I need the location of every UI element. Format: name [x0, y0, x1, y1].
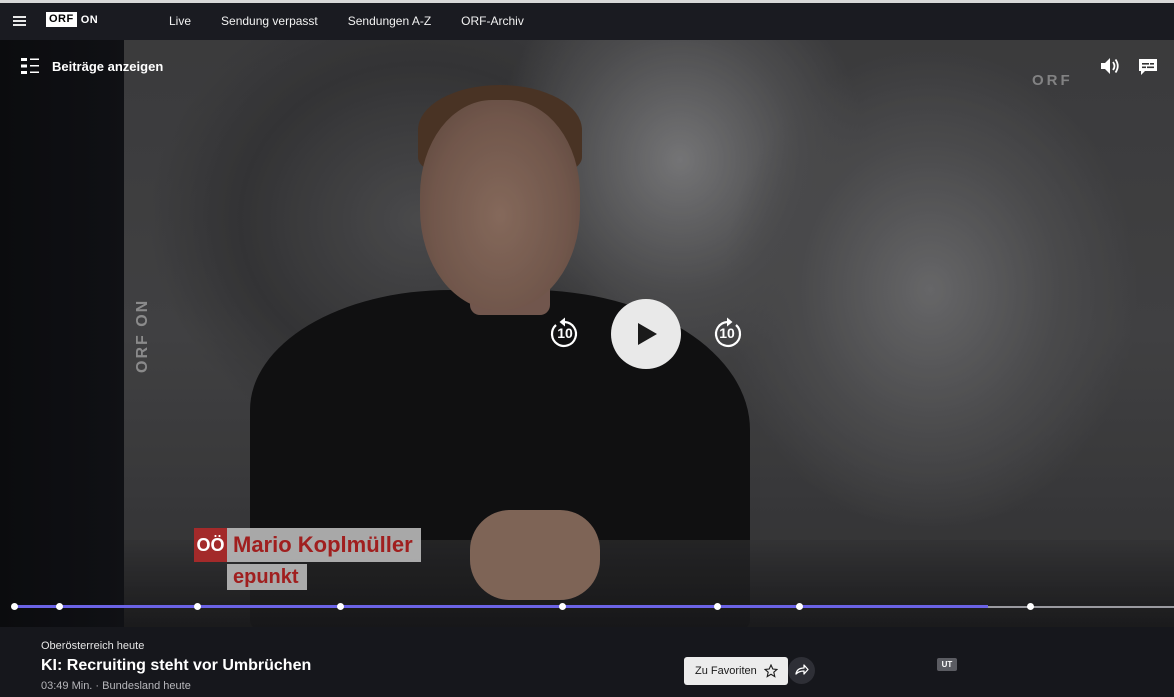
volume-icon[interactable] [1099, 56, 1121, 76]
share-button[interactable] [788, 657, 815, 684]
chapter-list-icon [21, 58, 39, 74]
nav-live[interactable]: Live [169, 14, 191, 28]
logo-on: ON [80, 13, 99, 26]
chapter-marker[interactable] [336, 603, 344, 610]
forward-seconds: 10 [719, 325, 735, 341]
play-button[interactable] [611, 299, 681, 369]
show-episodes-label: Beiträge anzeigen [52, 58, 164, 74]
orf-channel-watermark: ORF [1032, 72, 1073, 89]
subtitles-available-badge: UT [937, 658, 957, 671]
episode-title: KI: Recruiting steht vor Umbrüchen [41, 657, 312, 674]
rewind-10-button[interactable]: 10 [547, 316, 583, 352]
progress-fill [14, 605, 989, 608]
chapter-marker[interactable] [11, 603, 18, 610]
video-player[interactable]: ORF ON ORF Beiträge anzeigen 10 10 OÖ Ma… [0, 40, 1174, 627]
progress-bar[interactable] [0, 603, 1174, 610]
star-icon [763, 664, 778, 678]
chapter-marker[interactable] [194, 603, 202, 610]
main-nav: Live Sendung verpasst Sendungen A-Z ORF-… [169, 14, 554, 28]
nav-sendung-verpasst[interactable]: Sendung verpasst [221, 14, 318, 28]
lower-third-name: Mario Koplmüller [227, 528, 421, 562]
player-overlay-dim [0, 40, 1174, 627]
chapter-marker[interactable] [713, 603, 721, 610]
show-name[interactable]: Oberösterreich heute [41, 640, 144, 652]
logo-orf: ORF [46, 12, 77, 27]
favorites-label: Zu Favoriten [695, 665, 757, 677]
ooe-logo: OÖ [194, 528, 227, 562]
chapter-marker[interactable] [796, 603, 804, 610]
nav-orf-archiv[interactable]: ORF-Archiv [461, 14, 524, 28]
lower-third-subtitle: epunkt [227, 564, 307, 590]
episode-info: Oberösterreich heute KI: Recruiting steh… [0, 627, 1174, 697]
episode-meta: 03:49 Min. · Bundesland heute [41, 680, 191, 692]
subtitles-icon[interactable] [1138, 58, 1158, 76]
orf-on-watermark: ORF ON [134, 298, 151, 373]
forward-10-button[interactable]: 10 [709, 316, 745, 352]
menu-icon[interactable] [13, 16, 26, 26]
chapter-marker[interactable] [1027, 603, 1035, 610]
rewind-seconds: 10 [557, 325, 573, 341]
share-icon [795, 664, 809, 675]
nav-sendungen-a-z[interactable]: Sendungen A-Z [348, 14, 431, 28]
show-episodes-button[interactable]: Beiträge anzeigen [21, 57, 163, 75]
chapter-marker[interactable] [558, 603, 566, 610]
add-to-favorites-button[interactable]: Zu Favoriten [684, 657, 788, 685]
chapter-marker[interactable] [56, 603, 64, 610]
play-icon [638, 323, 657, 345]
top-navigation: ORF ON Live Sendung verpasst Sendungen A… [0, 0, 1174, 40]
orf-on-logo[interactable]: ORF ON [46, 12, 98, 27]
lower-third-caption: OÖ Mario Koplmüller epunkt [194, 528, 421, 590]
